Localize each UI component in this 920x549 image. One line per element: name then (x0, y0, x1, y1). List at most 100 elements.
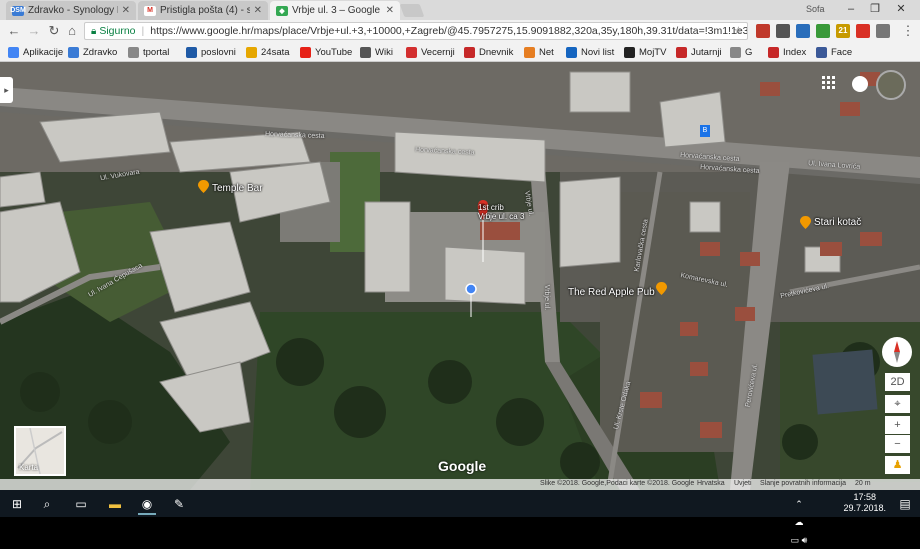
tab-title: Pristigla pošta (4) - sflorj (160, 5, 250, 16)
bookmark-item[interactable]: Novi list (566, 45, 614, 59)
home-icon[interactable]: ⌂ (64, 23, 80, 39)
close-icon[interactable]: ✕ (386, 5, 394, 16)
map-type-toggle[interactable]: Karta (14, 426, 66, 476)
secure-label: Sigurno (99, 25, 136, 37)
map-viewport[interactable]: B 1st crib Vrbje ul. ca 3 Temple Bar Star… (0, 62, 920, 490)
restaurant-pin-icon[interactable] (198, 180, 209, 193)
bookmark-item[interactable]: G (730, 45, 752, 59)
bookmark-star-icon[interactable]: ☆ (734, 25, 743, 37)
bookmark-item[interactable]: Dnevnik (464, 45, 513, 59)
new-tab-button[interactable] (399, 4, 425, 17)
bookmark-item[interactable]: YouTube (300, 45, 352, 59)
adblock-icon[interactable] (756, 24, 770, 38)
bookmark-label: poslovni (201, 46, 236, 58)
close-icon[interactable]: ✕ (254, 5, 262, 16)
bookmark-item[interactable]: tportal (128, 45, 169, 59)
system-clock[interactable]: 17:58 29.7.2018. (843, 492, 886, 514)
chrome-icon[interactable]: ◉ (138, 495, 156, 515)
dsm-icon: DSM (10, 5, 26, 16)
zoom-in-button[interactable]: + (885, 416, 910, 434)
extension-red-icon[interactable] (856, 24, 870, 38)
apps-grid-icon[interactable] (822, 76, 836, 90)
reload-icon[interactable]: ↻ (46, 23, 62, 39)
windows-taskbar: ⊞ ⌕ ▭ ▬ ◉ ✎ ⌃ ☁ ▭ 🔊︎ 17:58 29.7.2018. ▤ (0, 490, 920, 545)
lock-icon: 🔒︎ (91, 25, 97, 37)
address-bar[interactable]: 🔒︎ Sigurno | https://www.google.hr/maps/… (84, 22, 748, 40)
bookmark-item[interactable]: Net (524, 45, 554, 59)
forward-icon[interactable]: → (26, 23, 42, 39)
pin-label-name: 1st crib (478, 203, 504, 212)
minimize-icon[interactable]: – (840, 2, 862, 16)
collapse-side-panel-button[interactable]: ▸ (0, 77, 13, 103)
tab-title: Zdravko - Synology DiskS (28, 5, 118, 16)
account-icon[interactable] (852, 76, 868, 92)
bookmark-label: Vecernji (421, 46, 455, 58)
pin-label[interactable]: 1st crib Vrbje ul. ca 3 (478, 203, 524, 221)
tab-gmail[interactable]: M Pristigla pošta (4) - sflorj ✕ (138, 1, 268, 20)
bookmark-item[interactable]: Wiki (360, 45, 393, 59)
shield-icon[interactable] (776, 24, 790, 38)
bookmark-item[interactable]: Vecernji (406, 45, 455, 59)
extension-21-icon[interactable]: 21 (836, 24, 850, 38)
notifications-icon[interactable]: ▤ (896, 495, 914, 513)
bookmark-item[interactable]: Aplikacije (8, 45, 63, 59)
bookmark-item[interactable]: Zdravko (68, 45, 117, 59)
bookmark-item[interactable]: Jutarnji (676, 45, 722, 59)
url-text: https://www.google.hr/maps/place/Vrbje+u… (150, 25, 747, 37)
bookmark-item[interactable]: MojTV (624, 45, 666, 59)
bookmark-item[interactable]: poslovni (186, 45, 236, 59)
tab-synology[interactable]: DSM Zdravko - Synology DiskS ✕ (6, 1, 136, 20)
feedback-link[interactable]: Slanje povratnih informacija (760, 480, 846, 487)
compass-button[interactable] (882, 337, 912, 367)
clock-time: 17:58 (853, 492, 876, 502)
place-stari-kotac[interactable]: Stari kotač (814, 217, 861, 228)
maximize-icon[interactable]: ❐ (864, 2, 886, 16)
bookmark-item[interactable]: Index (768, 45, 806, 59)
close-window-icon[interactable]: ✕ (890, 2, 912, 16)
my-location-icon[interactable]: ⌖ (885, 395, 910, 413)
place-red-apple-pub[interactable]: The Red Apple Pub (568, 287, 655, 298)
file-explorer-icon[interactable]: ▬ (106, 495, 124, 513)
jutarnji-icon (676, 46, 687, 58)
extension-green-icon[interactable] (816, 24, 830, 38)
bookmark-label: 24sata (261, 46, 290, 58)
paint-icon[interactable]: ✎ (170, 495, 188, 513)
task-view-icon[interactable]: ▭ (72, 495, 90, 513)
search-icon[interactable]: ⌕ (38, 495, 56, 513)
profile-photo[interactable] (876, 70, 906, 100)
dsm-icon (68, 46, 79, 58)
close-icon[interactable]: ✕ (122, 5, 130, 16)
bookmark-item[interactable]: 24sata (246, 45, 290, 59)
wiki-icon (360, 46, 371, 58)
place-temple-bar[interactable]: Temple Bar (212, 183, 263, 194)
bookmark-label: tportal (143, 46, 170, 58)
tab-google-maps[interactable]: ◆ Vrbje ul. 3 – Google karte ✕ (270, 1, 400, 20)
youtube-icon (300, 46, 311, 58)
bookmarks-bar: Aplikacije Zdravko tportal poslovni 24sata Yo… (0, 42, 920, 62)
bookmark-label: Index (783, 46, 807, 58)
bus-stop-icon[interactable]: B (700, 125, 710, 137)
tray-icons[interactable]: ⌃ ☁ ▭ 🔊︎ (790, 495, 808, 545)
apps-icon (8, 46, 19, 58)
back-icon[interactable]: ← (6, 23, 22, 39)
bookmark-item[interactable]: Face (816, 45, 852, 59)
map-type-label: Karta (19, 463, 39, 472)
bookmark-label: Wiki (375, 46, 393, 58)
scale-label[interactable]: 20 m (855, 480, 871, 487)
bookmark-label: Net (539, 46, 554, 58)
menu-icon[interactable]: ⋮ (900, 23, 916, 39)
extension-gray-icon[interactable] (876, 24, 890, 38)
restaurant-pin-icon[interactable] (800, 216, 811, 229)
pin-label-address: Vrbje ul. ca 3 (478, 212, 525, 221)
toggle-3d-button[interactable]: 2D (885, 373, 910, 391)
browser-toolbar: ← → ↻ ⌂ 🔒︎ Sigurno | https://www.google.… (0, 20, 920, 42)
windows-start-icon[interactable]: ⊞ (8, 495, 26, 513)
vl-icon (406, 46, 417, 58)
pegman-icon[interactable]: ♟ (885, 456, 910, 474)
restaurant-pin-icon[interactable] (656, 282, 667, 295)
extension-blue-icon[interactable] (796, 24, 810, 38)
country-link[interactable]: Hrvatska (697, 480, 725, 487)
zoom-out-button[interactable]: − (885, 435, 910, 453)
bookmark-label: YouTube (315, 46, 353, 58)
terms-link[interactable]: Uvjeti (734, 480, 752, 487)
